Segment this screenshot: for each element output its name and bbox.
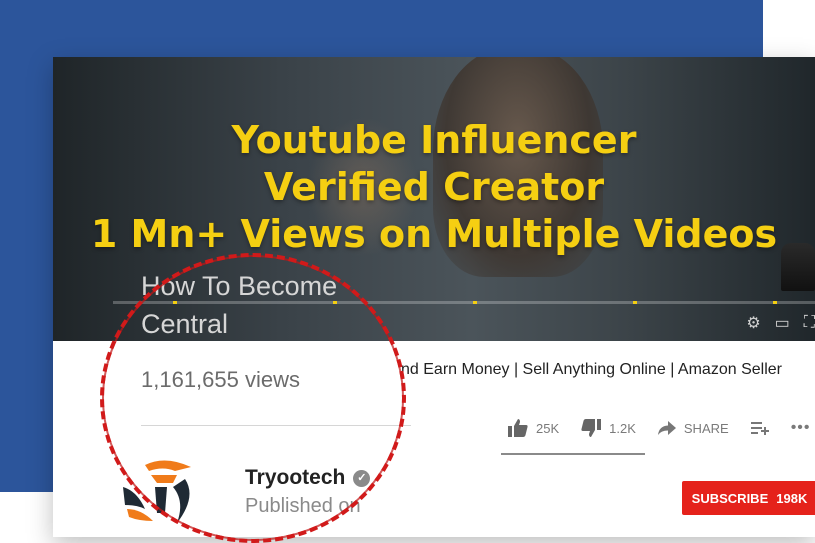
- channel-logo[interactable]: [115, 457, 211, 527]
- player-controls: ⚙ ▭ ⛶: [746, 312, 815, 334]
- overlay-line-1: Youtube Influencer: [231, 118, 637, 162]
- like-count: 25K: [536, 420, 560, 436]
- overlay-line-2: Verified Creator: [263, 165, 605, 209]
- more-dots-icon: •••: [790, 419, 811, 436]
- share-arrow-icon: [657, 421, 676, 435]
- video-progress-bar[interactable]: [113, 301, 815, 304]
- video-actions: 25K 1.2K SHARE •••: [508, 419, 811, 437]
- share-button[interactable]: SHARE: [657, 420, 729, 436]
- subscriber-count: 198K: [776, 490, 808, 506]
- thumbs-up-icon: [508, 419, 528, 437]
- add-to-playlist-button[interactable]: [750, 421, 769, 435]
- youtube-screenshot-card: How To Become Central ⚙ ▭ ⛶ Youtube Infl…: [53, 57, 815, 537]
- dislike-button[interactable]: 1.2K: [581, 419, 636, 437]
- fullscreen-icon[interactable]: ⛶: [804, 314, 815, 332]
- video-player[interactable]: How To Become Central ⚙ ▭ ⛶ Youtube Infl…: [53, 57, 815, 341]
- playlist-add-icon: [750, 422, 769, 435]
- more-options-button[interactable]: •••: [791, 419, 811, 437]
- promo-overlay-text: Youtube Influencer Verified Creator 1 Mn…: [53, 117, 815, 258]
- view-count: 1,161,655 views: [141, 367, 300, 392]
- video-title: How To Become Central: [141, 271, 338, 339]
- sentiment-bar: [501, 453, 645, 455]
- theater-mode-icon[interactable]: ▭: [775, 313, 790, 333]
- video-description: nd Earn Money | Sell Anything Online | A…: [401, 361, 782, 378]
- thumbs-down-icon: [581, 419, 602, 437]
- divider: [141, 425, 411, 426]
- published-date: Published on: [245, 495, 361, 517]
- settings-gear-icon[interactable]: ⚙: [746, 313, 760, 333]
- overlay-line-3: 1 Mn+ Views on Multiple Videos: [90, 212, 778, 256]
- channel-name[interactable]: Tryootech ✓: [245, 466, 371, 490]
- share-label: SHARE: [683, 420, 729, 436]
- subscribe-button[interactable]: SUBSCRIBE 198K: [682, 481, 815, 515]
- verified-check-icon: ✓: [353, 469, 371, 487]
- dislike-count: 1.2K: [609, 420, 636, 436]
- like-button[interactable]: 25K: [508, 419, 559, 437]
- subscribe-label: SUBSCRIBE: [691, 490, 769, 506]
